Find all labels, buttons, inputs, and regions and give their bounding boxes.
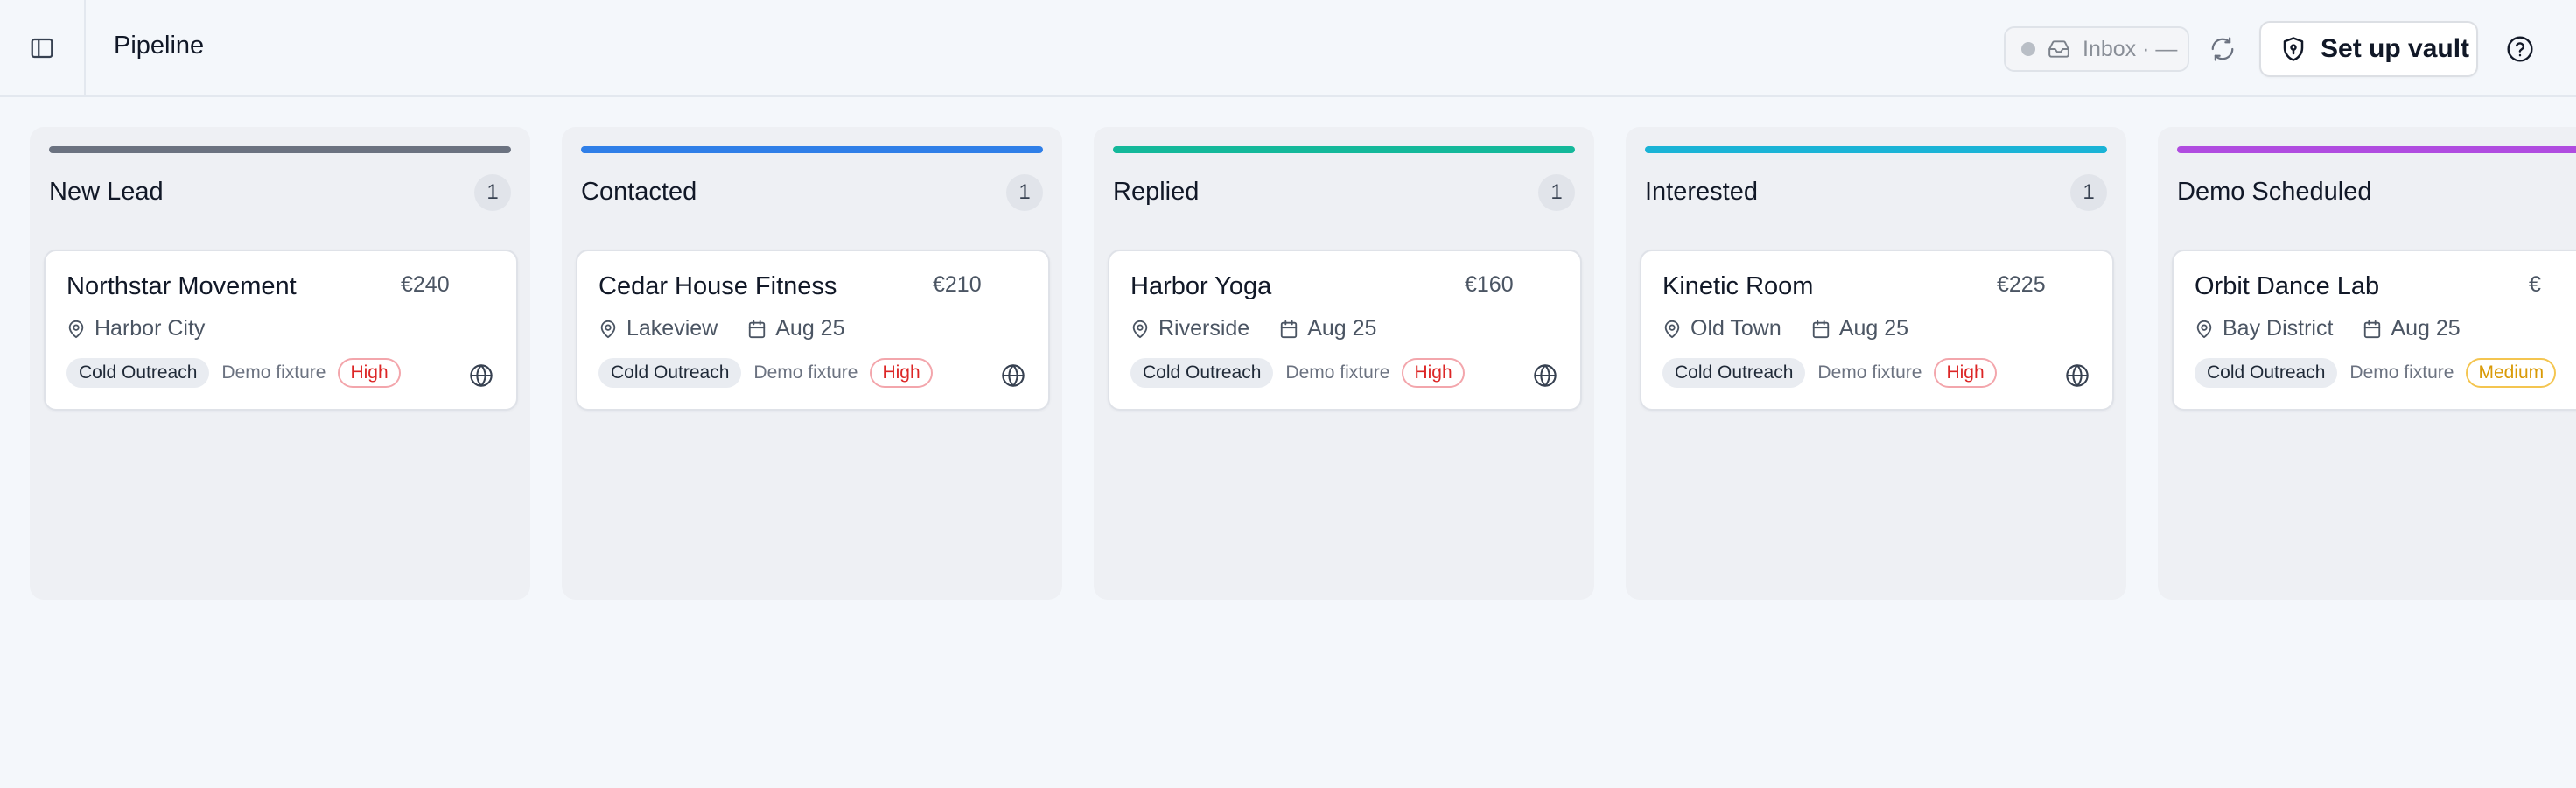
lead-meta: Bay District Aug 25 bbox=[2194, 316, 2460, 341]
vault-label: Set up vault bbox=[2320, 34, 2470, 63]
lead-meta: Old Town Aug 25 bbox=[1662, 316, 1908, 341]
column-color-bar bbox=[1645, 146, 2107, 153]
inbox-status-pill[interactable]: Inbox · — bbox=[2004, 26, 2189, 72]
column-color-bar bbox=[2177, 146, 2576, 153]
lead-value: €160 bbox=[1465, 272, 1514, 297]
lead-value: €240 bbox=[401, 272, 450, 297]
sidebar-panel-icon bbox=[29, 35, 55, 61]
priority-badge: High bbox=[1402, 358, 1465, 388]
lead-location: Old Town bbox=[1690, 316, 1782, 341]
fixture-label: Demo fixture bbox=[1817, 362, 1922, 383]
inbox-label: Inbox · — bbox=[2082, 36, 2178, 61]
column-count-badge: 1 bbox=[1006, 174, 1043, 211]
lead-location: Lakeview bbox=[626, 316, 718, 341]
lead-card[interactable]: Cedar House Fitness €210 Lakeview Aug 25… bbox=[576, 250, 1050, 411]
map-pin-icon bbox=[1130, 320, 1150, 339]
priority-badge: High bbox=[870, 358, 933, 388]
column-color-bar bbox=[1113, 146, 1575, 153]
fixture-label: Demo fixture bbox=[2349, 362, 2454, 383]
source-tag: Cold Outreach bbox=[1662, 358, 1806, 388]
calendar-icon bbox=[2362, 320, 2382, 339]
calendar-icon bbox=[1811, 320, 1830, 339]
globe-icon[interactable] bbox=[2065, 363, 2090, 388]
lead-meta: Lakeview Aug 25 bbox=[598, 316, 844, 341]
lead-value: €225 bbox=[1997, 272, 2046, 297]
refresh-button[interactable] bbox=[2207, 33, 2238, 65]
lead-card[interactable]: Harbor Yoga €160 Riverside Aug 25 Cold O… bbox=[1108, 250, 1582, 411]
set-up-vault-button[interactable]: Set up vault bbox=[2259, 21, 2478, 77]
globe-icon[interactable] bbox=[1533, 363, 1558, 388]
lead-location: Bay District bbox=[2222, 316, 2334, 341]
lead-date: Aug 25 bbox=[775, 316, 845, 341]
priority-badge: High bbox=[1934, 358, 1997, 388]
lead-name: Kinetic Room bbox=[1662, 272, 1814, 300]
priority-badge: Medium bbox=[2466, 358, 2557, 388]
column-count-badge: 1 bbox=[1538, 174, 1575, 211]
lead-name: Cedar House Fitness bbox=[598, 272, 837, 300]
lead-location: Riverside bbox=[1158, 316, 1250, 341]
column-title: Interested bbox=[1645, 178, 1758, 206]
lead-meta: Riverside Aug 25 bbox=[1130, 316, 1376, 341]
column-count-badge: 1 bbox=[474, 174, 511, 211]
lead-location: Harbor City bbox=[94, 316, 206, 341]
column-interested: Interested 1 Kinetic Room €225 Old Town … bbox=[1626, 127, 2126, 600]
map-pin-icon bbox=[2194, 320, 2214, 339]
globe-icon[interactable] bbox=[469, 363, 494, 388]
lead-card[interactable]: Northstar Movement €240 Harbor City Cold… bbox=[44, 250, 518, 411]
inbox-icon bbox=[2048, 38, 2070, 60]
page-title: Pipeline bbox=[114, 32, 205, 60]
top-bar: Pipeline Inbox · — Set up vault bbox=[0, 0, 2576, 97]
lead-name: Northstar Movement bbox=[66, 272, 297, 300]
lead-tags: Cold Outreach Demo fixture High bbox=[598, 358, 933, 388]
header-divider bbox=[84, 0, 86, 97]
column-color-bar bbox=[581, 146, 1043, 153]
map-pin-icon bbox=[1662, 320, 1682, 339]
lead-meta: Harbor City bbox=[66, 316, 205, 341]
source-tag: Cold Outreach bbox=[2194, 358, 2338, 388]
help-icon bbox=[2506, 35, 2534, 63]
lead-name: Harbor Yoga bbox=[1130, 272, 1272, 300]
help-button[interactable] bbox=[2504, 33, 2536, 65]
fixture-label: Demo fixture bbox=[753, 362, 858, 383]
lead-date: Aug 25 bbox=[2390, 316, 2460, 341]
refresh-icon bbox=[2209, 36, 2236, 62]
lead-tags: Cold Outreach Demo fixture High bbox=[1662, 358, 1997, 388]
column-title: Demo Scheduled bbox=[2177, 178, 2372, 206]
lead-card[interactable]: Orbit Dance Lab € Bay District Aug 25 Co… bbox=[2172, 250, 2576, 411]
fixture-label: Demo fixture bbox=[221, 362, 326, 383]
column-demo-scheduled: Demo Scheduled Orbit Dance Lab € Bay Dis… bbox=[2158, 127, 2576, 600]
source-tag: Cold Outreach bbox=[1130, 358, 1274, 388]
column-new-lead: New Lead 1 Northstar Movement €240 Harbo… bbox=[30, 127, 530, 600]
lead-date: Aug 25 bbox=[1307, 316, 1377, 341]
lead-value: € bbox=[2529, 272, 2541, 297]
source-tag: Cold Outreach bbox=[598, 358, 742, 388]
column-title: Replied bbox=[1113, 178, 1200, 206]
lead-date: Aug 25 bbox=[1838, 316, 1909, 341]
lead-card[interactable]: Kinetic Room €225 Old Town Aug 25 Cold O… bbox=[1640, 250, 2114, 411]
calendar-icon bbox=[1279, 320, 1298, 339]
lead-name: Orbit Dance Lab bbox=[2194, 272, 2380, 300]
map-pin-icon bbox=[598, 320, 618, 339]
lead-tags: Cold Outreach Demo fixture High bbox=[1130, 358, 1465, 388]
lead-value: €210 bbox=[933, 272, 982, 297]
lead-tags: Cold Outreach Demo fixture Medium bbox=[2194, 358, 2557, 388]
map-pin-icon bbox=[66, 320, 86, 339]
column-replied: Replied 1 Harbor Yoga €160 Riverside Aug… bbox=[1094, 127, 1594, 600]
column-title: New Lead bbox=[49, 178, 164, 206]
column-count-badge: 1 bbox=[2070, 174, 2107, 211]
priority-badge: High bbox=[338, 358, 401, 388]
calendar-icon bbox=[747, 320, 766, 339]
sidebar-toggle-button[interactable] bbox=[28, 34, 56, 62]
column-color-bar bbox=[49, 146, 511, 153]
source-tag: Cold Outreach bbox=[66, 358, 210, 388]
globe-icon[interactable] bbox=[1001, 363, 1026, 388]
shield-icon bbox=[2280, 36, 2306, 62]
lead-tags: Cold Outreach Demo fixture High bbox=[66, 358, 401, 388]
fixture-label: Demo fixture bbox=[1285, 362, 1390, 383]
column-contacted: Contacted 1 Cedar House Fitness €210 Lak… bbox=[562, 127, 1062, 600]
column-title: Contacted bbox=[581, 178, 697, 206]
status-dot bbox=[2021, 42, 2035, 56]
pipeline-board: New Lead 1 Northstar Movement €240 Harbo… bbox=[0, 97, 2576, 788]
